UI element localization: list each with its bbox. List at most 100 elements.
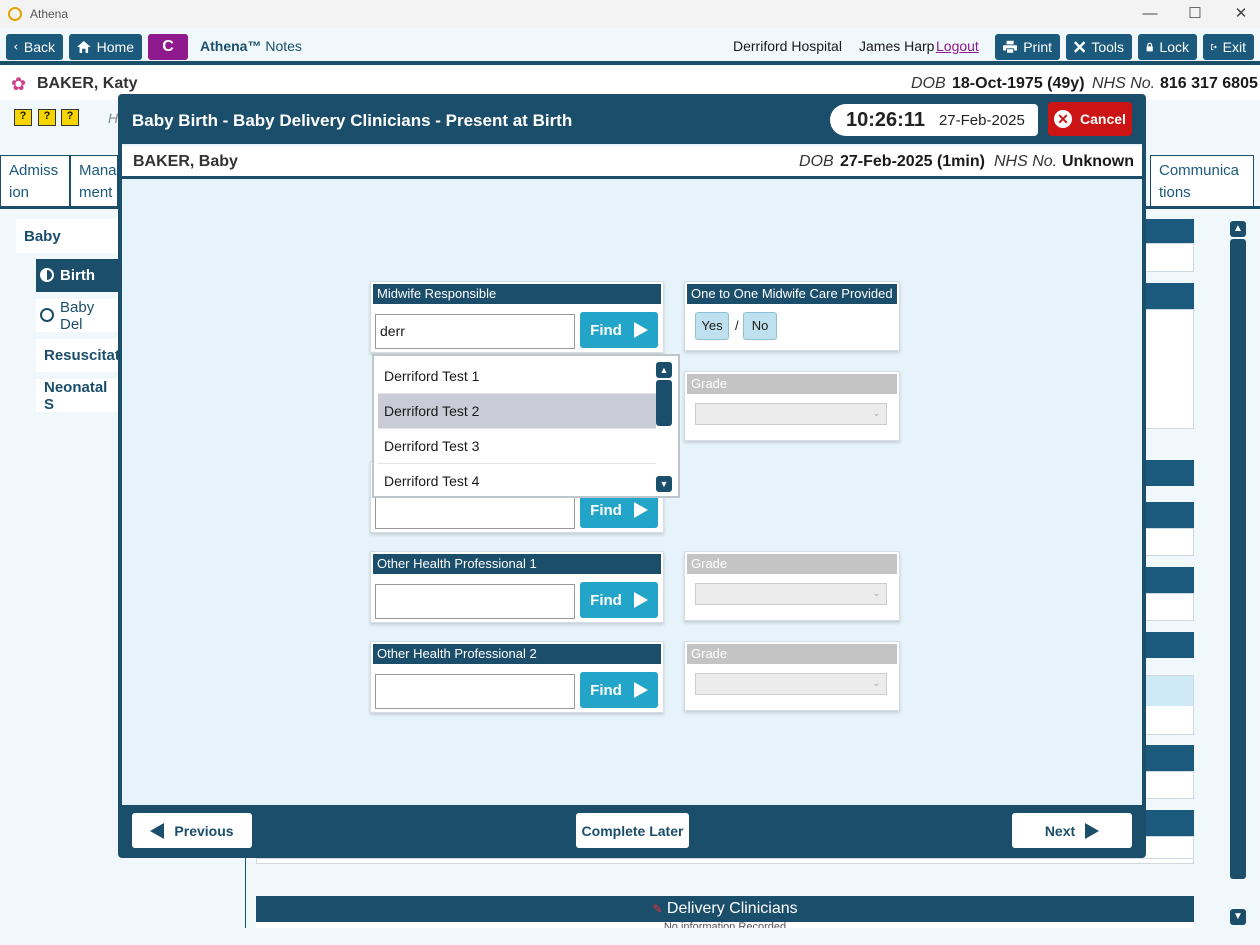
bg-section-header <box>1140 632 1194 658</box>
hospital-name: Derriford Hospital <box>733 38 842 54</box>
grade-panel-4: Grade ⌄ <box>684 641 900 711</box>
modal-title: Baby Birth - Baby Delivery Clinicians - … <box>132 111 573 130</box>
patient-nhs: 816 317 6805 <box>1160 75 1258 92</box>
main-toolbar: Back Home C Athena™ Notes Derriford Hosp… <box>0 28 1260 65</box>
baby-banner: BAKER, Baby DOB 27-Feb-2025 (1min) NHS N… <box>122 146 1142 179</box>
exit-label: Exit <box>1222 39 1246 55</box>
other-hp1-panel: Other Health Professional 1 Find <box>370 551 664 623</box>
bg-section-header <box>1140 502 1194 528</box>
previous-button[interactable]: Previous <box>132 813 252 848</box>
other-hp2-find-button[interactable]: Find <box>580 672 658 708</box>
exit-icon <box>1211 44 1217 50</box>
bg-section-header <box>1140 810 1194 836</box>
grade-select-4: ⌄ <box>695 673 887 695</box>
play-arrow-icon <box>633 502 648 518</box>
other-hp2-label: Other Health Professional 2 <box>373 644 661 664</box>
logout-link[interactable]: Logout <box>936 38 979 54</box>
midwife-find-button[interactable]: Find <box>580 312 658 348</box>
no-button[interactable]: No <box>743 312 777 340</box>
other-hp1-input[interactable] <box>375 584 575 619</box>
dropdown-scroll-thumb[interactable] <box>656 380 672 426</box>
grade-label-1: Grade <box>687 374 897 394</box>
close-icon: ✕ <box>1054 110 1072 128</box>
help-icon-3[interactable]: ? <box>61 109 79 126</box>
bg-section-header <box>1140 745 1194 771</box>
bg-section-body <box>1140 593 1194 621</box>
dropdown-scroll-down-icon[interactable]: ▼ <box>656 476 672 492</box>
next-button[interactable]: Next <box>1012 813 1132 848</box>
chevron-left-icon <box>14 44 18 50</box>
play-arrow-icon <box>633 682 648 698</box>
dropdown-item[interactable]: Derriford Test 4 <box>378 464 656 499</box>
print-button[interactable]: Print <box>995 34 1060 60</box>
other-hp2-panel: Other Health Professional 2 Find <box>370 641 664 713</box>
close-window-button[interactable]: ✕ <box>1229 4 1253 24</box>
previous-label: Previous <box>174 822 234 839</box>
help-icon-1[interactable]: ? <box>14 109 32 126</box>
tab-management[interactable]: Mana ment <box>70 155 118 207</box>
scroll-up-icon[interactable]: ▲ <box>1230 221 1246 237</box>
cancel-button[interactable]: ✕ Cancel <box>1048 102 1132 136</box>
other-hp1-label: Other Health Professional 1 <box>373 554 661 574</box>
yes-button[interactable]: Yes <box>695 312 729 340</box>
lock-icon <box>1146 42 1153 52</box>
baby-birth-modal: Baby Birth - Baby Delivery Clinicians - … <box>118 94 1146 858</box>
other-hp1-find-button[interactable]: Find <box>580 582 658 618</box>
help-icon-2[interactable]: ? <box>38 109 56 126</box>
tools-icon <box>1074 41 1086 53</box>
home-button[interactable]: Home <box>69 34 142 60</box>
patient-nhs-label: NHS No. <box>1092 75 1156 92</box>
cancel-label: Cancel <box>1080 111 1126 127</box>
patient-name: BAKER, Katy <box>37 75 138 92</box>
sidebar-section-baby[interactable]: Baby <box>16 219 120 253</box>
bg-h-label: H <box>108 110 119 126</box>
arrow-left-icon <box>150 822 165 839</box>
dropdown-item[interactable]: Derriford Test 3 <box>378 429 656 464</box>
complete-later-button[interactable]: Complete Later <box>576 813 689 848</box>
c-badge-button[interactable]: C <box>148 34 188 60</box>
back-button[interactable]: Back <box>6 34 63 60</box>
patient-dob-label: DOB <box>911 75 946 92</box>
athena-app-icon <box>8 7 22 21</box>
home-icon <box>77 41 91 53</box>
bg-section-body <box>1140 243 1194 272</box>
exit-button[interactable]: Exit <box>1203 34 1254 60</box>
other-hp2-input[interactable] <box>375 674 575 709</box>
print-label: Print <box>1023 39 1052 55</box>
tab-communications[interactable]: Communica tions <box>1150 155 1254 207</box>
minimize-button[interactable]: — <box>1138 4 1162 24</box>
clock-time: 10:26:11 <box>846 108 925 131</box>
chevron-down-icon: ⌄ <box>872 588 880 598</box>
bg-section-body <box>1140 309 1194 429</box>
lock-button[interactable]: Lock <box>1138 34 1197 60</box>
sidebar-item-resuscitation[interactable]: Resuscitati <box>36 339 124 372</box>
one-to-one-panel: One to One Midwife Care Provided Yes / N… <box>684 281 900 351</box>
grade-label-4: Grade <box>687 644 897 664</box>
back-label: Back <box>23 39 55 55</box>
tab-admission[interactable]: Admiss ion <box>0 155 70 207</box>
dropdown-scroll-up-icon[interactable]: ▲ <box>656 362 672 378</box>
grade-panel-1: Grade ⌄ <box>684 371 900 441</box>
baby-name: BAKER, Baby <box>133 153 238 170</box>
scroll-down-icon[interactable]: ▼ <box>1230 909 1246 925</box>
bg-scrollbar[interactable]: ▲ ▼ <box>1228 219 1250 929</box>
brand-name: Athena™ <box>200 38 262 54</box>
clinician-input-2[interactable] <box>375 494 575 529</box>
scroll-thumb[interactable] <box>1230 239 1246 879</box>
modal-header: Baby Birth - Baby Delivery Clinicians - … <box>122 98 1142 144</box>
user-name: James Harp <box>859 38 935 54</box>
flower-icon: ✿ <box>11 74 27 94</box>
yes-no-separator: / <box>735 318 739 333</box>
tools-button[interactable]: Tools <box>1066 34 1132 60</box>
find-label: Find <box>590 681 622 699</box>
clock-display: 10:26:11 27-Feb-2025 <box>830 104 1038 136</box>
sidebar-item-neonatal[interactable]: Neonatal S <box>36 379 120 413</box>
baby-dob-label: DOB <box>799 153 834 170</box>
bg-section-header <box>1140 567 1194 593</box>
dropdown-item-selected[interactable]: Derriford Test 2 <box>378 394 656 429</box>
maximize-button[interactable]: ☐ <box>1183 4 1207 24</box>
half-circle-icon <box>40 268 54 282</box>
dropdown-item[interactable]: Derriford Test 1 <box>378 359 656 394</box>
baby-nhs-label: NHS No. <box>994 153 1058 170</box>
midwife-responsible-input[interactable]: derr <box>375 314 575 349</box>
